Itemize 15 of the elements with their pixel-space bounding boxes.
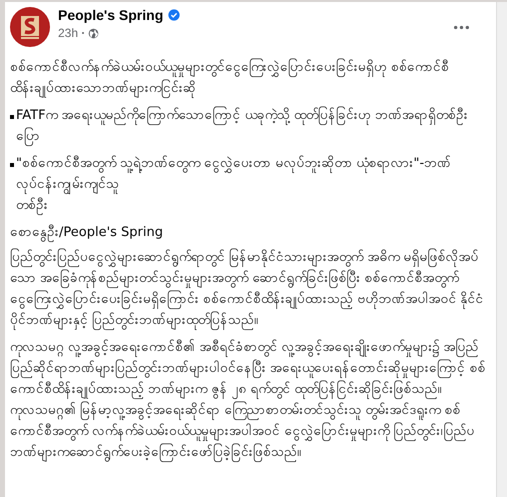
post-paragraph: ပြည်တွင်းပြည်ပငွေလွှဲများဆောင်ရွက်ရာတွင် မြန်မာနိုင်ငံသားများအတွက် အဓိက မရှိမဖြစ်လိုအပ်သော အခြေခံကုန်စည်များတင်သွင်းမှုများအတွက် ဆောင်ရွက်ခြင်းဖြစ်ပြီး စစ်ကောင်စီအတွက် ငွေကြေးလွှဲပြောင်းပေးခြင်းမရှိကြောင်း စစ်ကောင်စီထိန်းချုပ်ထားသည့် ဗဟိုဘဏ်အပါအဝင် နိုင်ငံပိုင်ဘဏ်များနှင့် ပြည်တွင်းဘဏ်များထုတ်ပြန်သည်။	[10, 248, 484, 331]
bullet-icon	[10, 163, 14, 167]
scrollbar[interactable]	[496, 2, 507, 497]
author-name[interactable]: People's Spring	[58, 7, 164, 23]
post-paragraph: စစ်ကောင်စီလက်နက်ခဲယမ်းဝယ်ယူမှုများတွင်ငွေကြေးလွှဲပြောင်းပေးခြင်းမရှိဟု စစ်ကောင်စီထိန်းချုပ်ထားသောဘဏ်များကငြင်းဆို	[10, 58, 450, 99]
post-bullet: FATFက အရေးယူမည်ကိုကြောက်သောကြောင့် ယခုကဲ့သို့ ထုတ်ပြန်ခြင်းဟု ဘဏ်အရာရှိတစ်ဦးပြော	[16, 106, 470, 147]
post-byline: စောနွေဦး/People's Spring	[10, 224, 164, 243]
post-paragraph: ကုလသမဂ္ဂ လူ့အခွင့်အရေးကောင်စီ၏ အစီရင်ခံစာတွင် လူ့အခွင့်အရေးချိုးဖောက်မှုများ၌ အပြည်ပြည်ဆိုင်ရာဘဏ်များပြည်တွင်းဘဏ်များပါဝင်နေပြီး အရေးယူပေးရန်တောင်းဆိုမှုများကြောင့် စစ်ကောင်စီထိန်းချုပ်ထားသည့် ဘဏ်များက ဇွန် ၂၈ ရက်တွင် ထုတ်ပြန်ငြင်းဆိုခြင်းဖြစ်သည်။ ကုလသမဂ္ဂ၏ မြန်မာ့လူ့အခွင့်အရေးဆိုင်ရာ ကြေညာစာတမ်းတင်သွင်းသူ တွမ်းအင်ဒရူးက စစ်ကောင်စီအတွက် လက်နက်ခဲယမ်းဝယ်ယူမှုများအပါအဝင် ငွေလွှဲပြောင်းမှုများကို ပြည်တွင်း၊ပြည်ပဘဏ်များကဆောင်ရွက်ပေးခဲ့ကြောင်းဖော်ပြခဲ့ခြင်းဖြစ်သည်။	[10, 338, 486, 463]
more-options-icon[interactable]	[453, 25, 470, 30]
avatar-logo-icon[interactable]	[10, 7, 50, 47]
bullet-icon	[10, 115, 14, 119]
post-bullet: "စစ်ကောင်စီအတွက် သူ့ရဲ့ဘဏ်တွေက ငွေလွှဲပေးတာ မလုပ်ဘူးဆိုတာ ယုံစရာလား"-ဘဏ်လုပ်ငန်းကျွမ်းကျင်သူ တစ်ဦး	[16, 154, 452, 216]
separator-dot-icon	[82, 32, 84, 34]
post-time[interactable]: 23h	[58, 26, 78, 40]
globe-icon	[88, 28, 100, 38]
